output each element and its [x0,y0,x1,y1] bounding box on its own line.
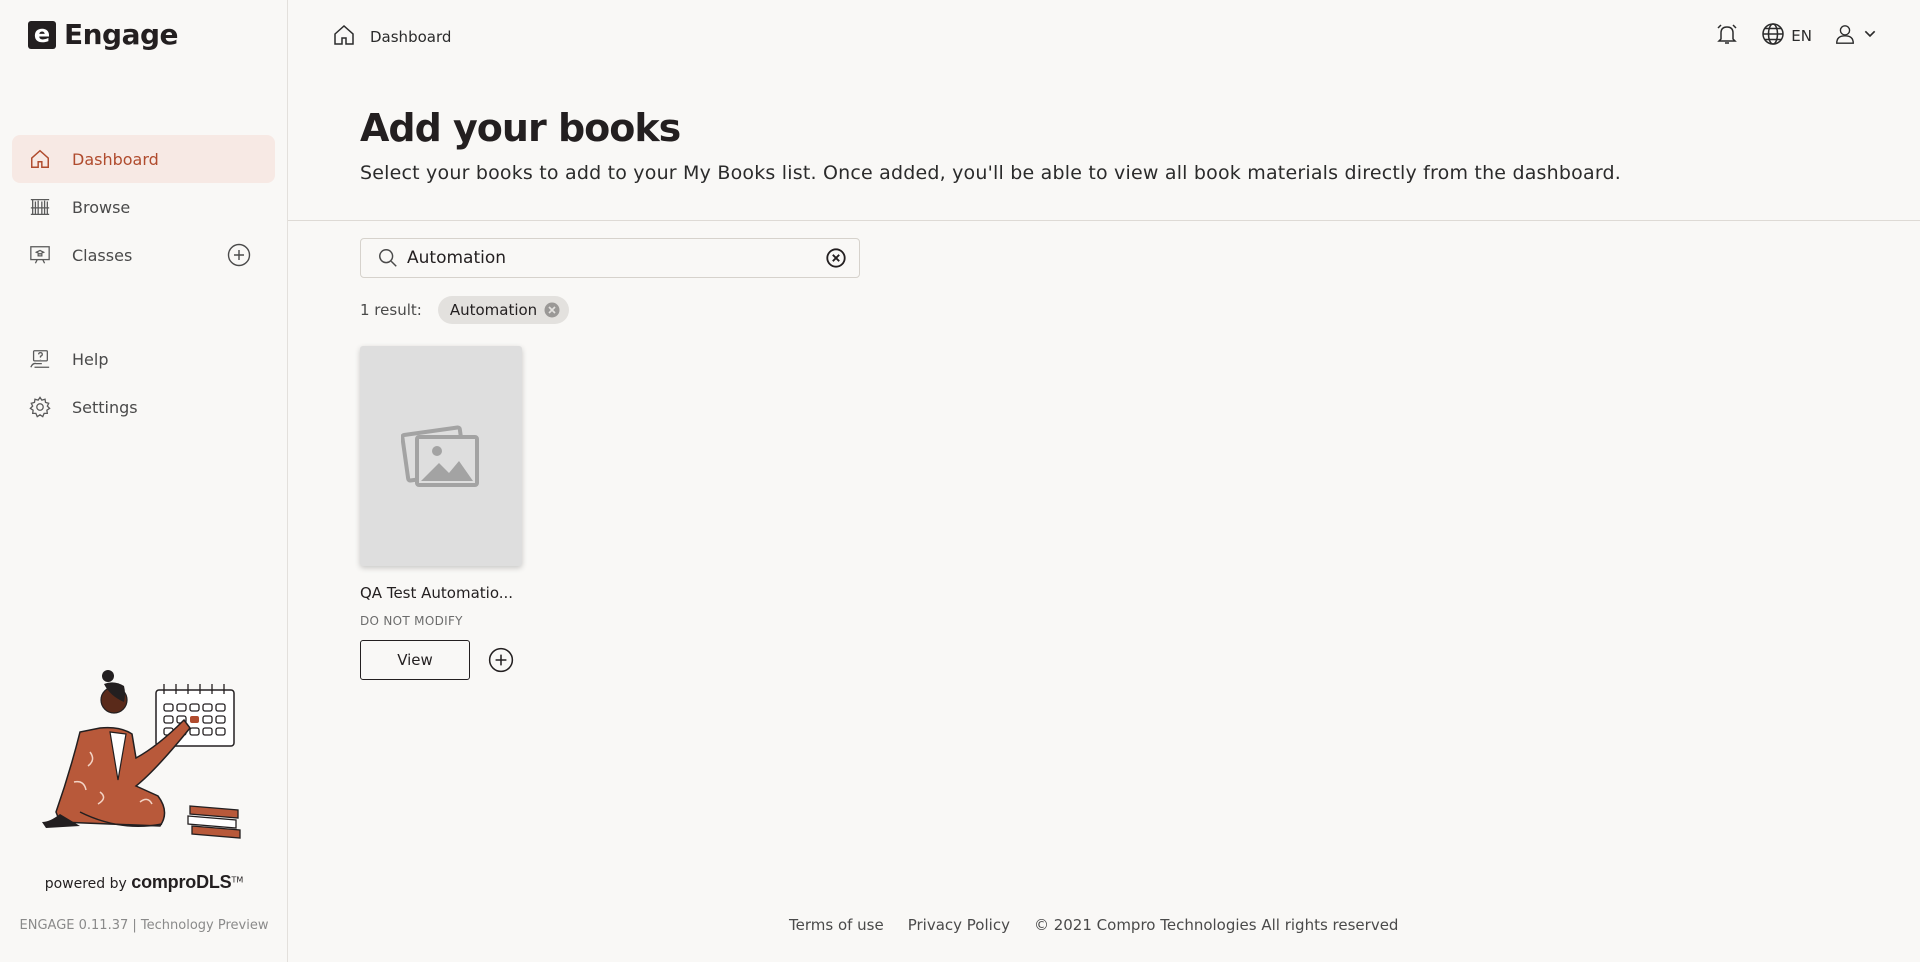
sidebar-item-label: Browse [72,197,131,217]
privacy-link[interactable]: Privacy Policy [908,916,1010,934]
secondary-nav: Help Settings [12,335,275,431]
chevron-down-icon [1862,26,1878,46]
page-subtitle: Select your books to add to your My Book… [360,162,1621,184]
result-count: 1 result: [360,301,422,319]
gear-icon [28,395,52,419]
book-subtitle: DO NOT MODIFY [360,614,463,628]
search-input[interactable] [407,248,825,268]
user-icon [1834,23,1856,49]
filter-chip-label: Automation [449,301,538,319]
add-class-icon[interactable] [227,243,251,267]
app-logo[interactable]: e Engage [28,18,179,51]
sidebar-item-label: Classes [72,245,133,265]
add-book-icon[interactable] [488,647,514,673]
book-cover[interactable] [360,346,522,566]
alarm-bell-icon [1715,22,1739,50]
book-actions: View [360,640,522,680]
teacher-illustration [40,662,250,844]
header-tools: EN [1693,22,1878,50]
powered-prefix: powered by [44,876,127,892]
filter-chip: Automation [437,296,570,324]
sidebar-item-settings[interactable]: Settings [12,383,275,431]
copyright: © 2021 Compro Technologies All rights re… [1033,916,1399,934]
notifications-button[interactable] [1715,22,1739,50]
sidebar-item-classes[interactable]: Classes [12,231,275,279]
clear-search-icon[interactable] [825,247,847,269]
user-menu-button[interactable] [1834,23,1878,49]
home-icon[interactable] [332,23,356,51]
sidebar-item-dashboard[interactable]: Dashboard [12,135,275,183]
sidebar-item-label: Dashboard [72,149,159,169]
compro-brand: comproDLS [131,872,232,892]
logo-mark: e [28,20,56,49]
home-icon [28,147,52,171]
app-name: Engage [64,18,179,51]
sidebar-item-label: Help [72,349,109,369]
breadcrumb: Dashboard [332,23,451,51]
help-icon [28,347,52,371]
main-content: Add your books Select your books to add … [288,72,1920,962]
primary-nav: Dashboard Browse Classes [12,135,275,279]
footer: Terms of use Privacy Policy © 2021 Compr… [789,916,1398,934]
page-title: Add your books [360,106,681,150]
terms-link[interactable]: Terms of use [789,916,884,934]
globe-icon [1761,22,1785,50]
breadcrumb-current: Dashboard [370,28,452,46]
language-selector[interactable]: EN [1761,22,1812,50]
bookshelf-icon [28,195,52,219]
results-bar: 1 result: Automation [360,296,570,324]
language-code: EN [1791,27,1812,45]
image-placeholder-icon [400,419,481,493]
powered-by: powered by comproDLSTM [0,872,288,893]
book-card: QA Test Automatio... DO NOT MODIFY View [360,346,522,680]
search-box [360,238,860,278]
trademark: TM [231,875,244,885]
version-label: ENGAGE 0.11.37 | Technology Preview [19,918,269,933]
sidebar-item-browse[interactable]: Browse [12,183,275,231]
sidebar: e Engage Dashboard Browse Classes Help S… [0,0,288,962]
view-button[interactable]: View [360,640,470,680]
sidebar-item-help[interactable]: Help [12,335,275,383]
divider [288,220,1920,221]
search-icon [377,247,399,269]
top-bar: Dashboard EN [288,0,1920,72]
remove-filter-icon[interactable] [543,301,561,319]
classroom-icon [28,243,52,267]
sidebar-item-label: Settings [72,397,138,417]
book-title: QA Test Automatio... [360,584,514,602]
